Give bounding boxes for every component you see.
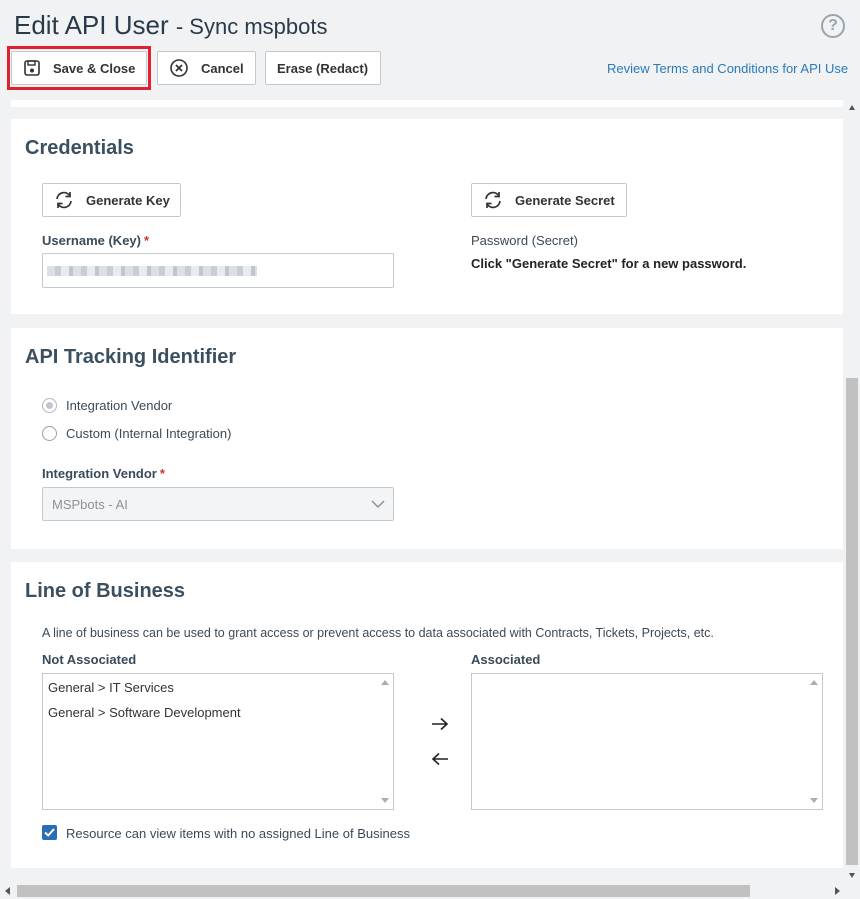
form-scroll-area: Credentials Generate Key Generate Secret… [0, 100, 845, 883]
generate-secret-label: Generate Secret [515, 192, 615, 208]
help-icon[interactable]: ? [821, 14, 845, 38]
username-field[interactable] [42, 253, 394, 288]
username-label: Username (Key) * [42, 233, 149, 248]
move-right-arrow-icon[interactable] [429, 715, 451, 733]
list-item[interactable]: General > Software Development [48, 705, 241, 720]
no-lob-checkbox-label: Resource can view items with no assigned… [66, 826, 410, 841]
username-label-text: Username (Key) [42, 233, 141, 248]
list-scrollbar[interactable] [807, 674, 822, 809]
username-redacted-value [47, 266, 257, 276]
required-marker: * [144, 233, 150, 248]
previous-card-edge [11, 100, 843, 107]
scroll-down-icon[interactable] [381, 798, 389, 803]
radio-integration-vendor-label: Integration Vendor [66, 398, 173, 413]
vendor-label-text: Integration Vendor [42, 466, 157, 481]
scroll-right-icon[interactable] [835, 887, 840, 895]
credentials-card: Credentials Generate Key Generate Secret… [11, 119, 843, 314]
horizontal-scroll-thumb[interactable] [17, 885, 750, 897]
scroll-up-icon[interactable] [849, 105, 855, 110]
vertical-scrollbar[interactable] [845, 100, 860, 883]
page-subtitle: - Sync mspbots [175, 14, 328, 39]
associated-label: Associated [471, 652, 541, 667]
terms-link[interactable]: Review Terms and Conditions for API Use [607, 61, 848, 76]
not-associated-label: Not Associated [42, 652, 137, 667]
password-hint: Click "Generate Secret" for a new passwo… [471, 256, 747, 271]
horizontal-scrollbar[interactable] [0, 883, 860, 899]
no-lob-checkbox[interactable] [42, 825, 57, 840]
required-marker: * [159, 466, 165, 481]
radio-integration-vendor[interactable] [42, 398, 57, 413]
vendor-label: Integration Vendor * [42, 466, 165, 481]
scroll-up-icon[interactable] [381, 680, 389, 685]
vendor-select-value: MSPbots - AI [52, 497, 128, 512]
page-title: Edit API User - Sync mspbots [14, 10, 327, 41]
cancel-button[interactable]: Cancel [157, 51, 256, 85]
generate-secret-button[interactable]: Generate Secret [471, 183, 627, 217]
erase-label: Erase (Redact) [277, 60, 369, 76]
radio-custom-integration-label: Custom (Internal Integration) [66, 426, 232, 441]
lob-description: A line of business can be used to grant … [42, 626, 714, 640]
checkmark-icon [44, 828, 55, 837]
refresh-icon [483, 191, 503, 209]
list-item[interactable]: General > IT Services [48, 680, 174, 695]
vertical-scroll-thumb[interactable] [846, 378, 858, 865]
radio-custom-integration[interactable] [42, 426, 57, 441]
erase-redact-button[interactable]: Erase (Redact) [265, 51, 381, 85]
not-associated-list[interactable]: General > IT Services General > Software… [42, 673, 394, 810]
credentials-title: Credentials [25, 137, 134, 159]
tracking-card: API Tracking Identifier Integration Vend… [11, 328, 843, 549]
cancel-icon [169, 58, 189, 78]
vendor-select[interactable]: MSPbots - AI [42, 487, 394, 521]
save-highlight-box [7, 46, 151, 90]
lob-title: Line of Business [25, 580, 186, 602]
move-left-arrow-icon[interactable] [429, 750, 451, 768]
password-label: Password (Secret) [471, 233, 578, 248]
chevron-down-icon [371, 497, 385, 515]
scroll-left-icon[interactable] [5, 887, 10, 895]
page-header: Edit API User - Sync mspbots ? Save & Cl… [0, 0, 860, 100]
page-title-text: Edit API User [14, 10, 169, 40]
scroll-down-icon[interactable] [849, 873, 855, 878]
cancel-label: Cancel [201, 60, 244, 76]
associated-list[interactable] [471, 673, 823, 810]
generate-key-button[interactable]: Generate Key [42, 183, 181, 217]
scroll-down-icon[interactable] [810, 798, 818, 803]
list-scrollbar[interactable] [378, 674, 393, 809]
lob-card: Line of Business A line of business can … [11, 562, 843, 868]
refresh-icon [54, 191, 74, 209]
tracking-title: API Tracking Identifier [25, 346, 237, 368]
scroll-up-icon[interactable] [810, 680, 818, 685]
generate-key-label: Generate Key [86, 192, 170, 208]
